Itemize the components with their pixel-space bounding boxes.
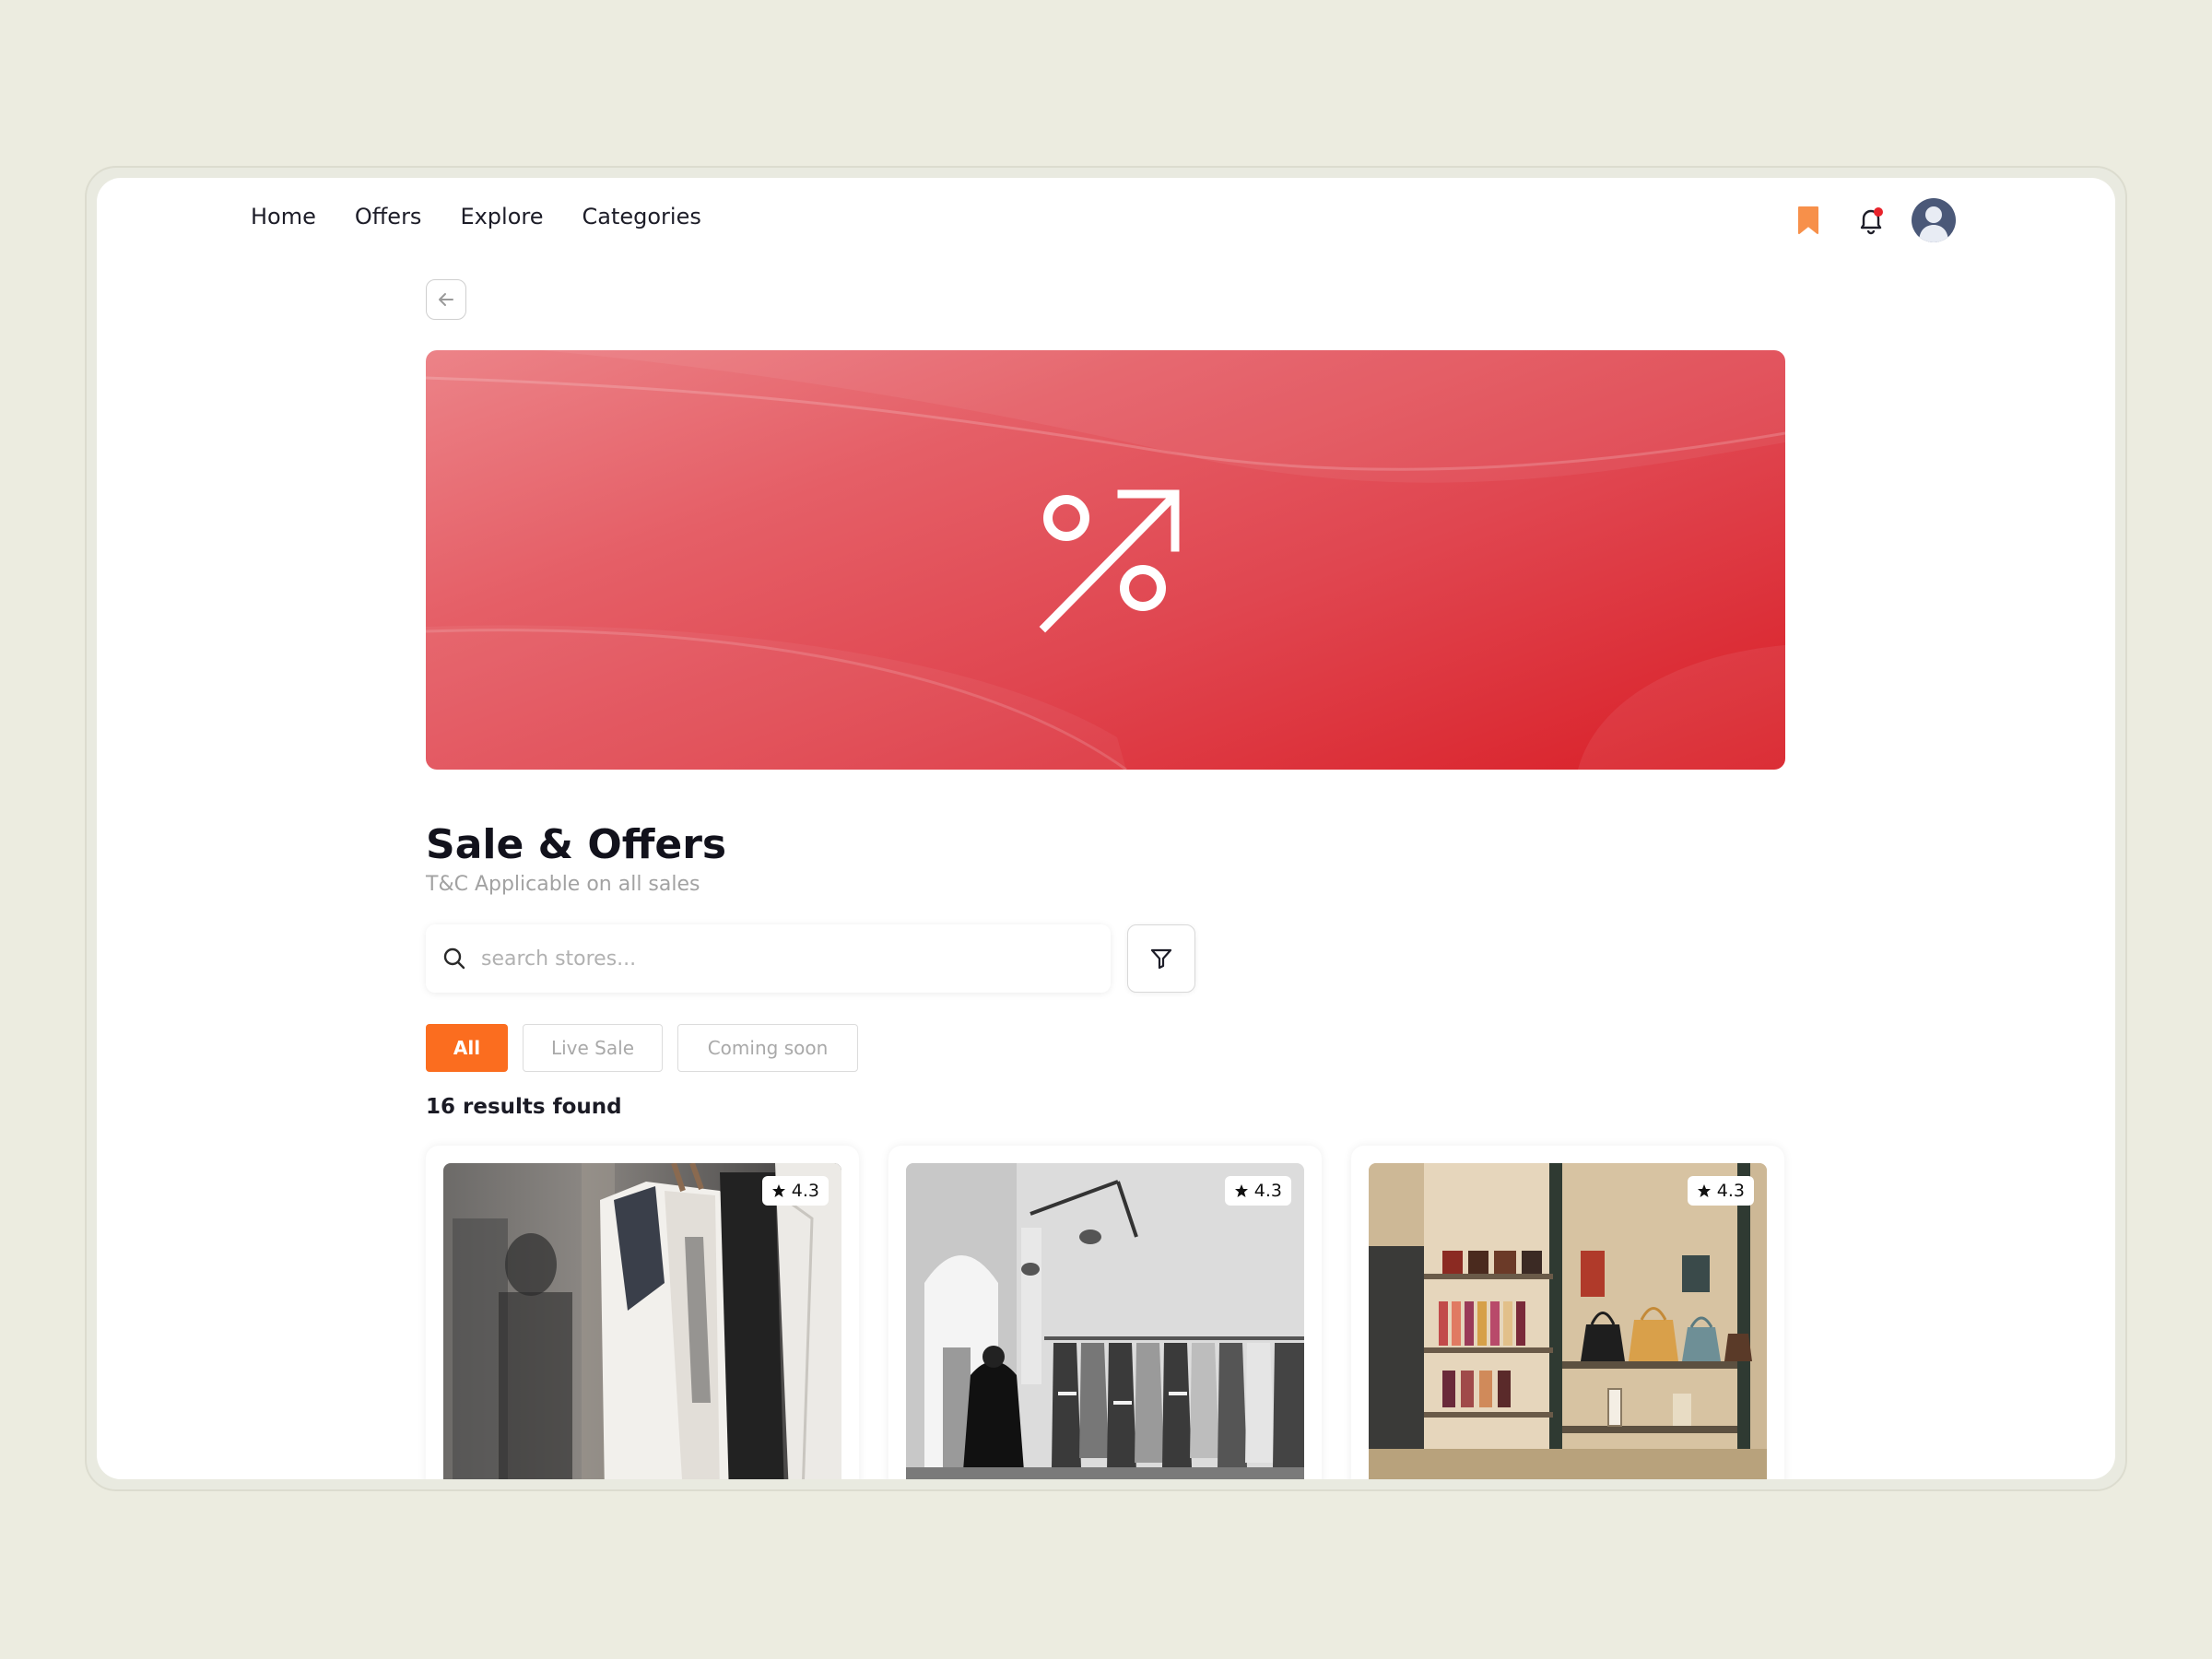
results-count: 16 results found (426, 1095, 622, 1119)
store-card[interactable]: 4.3 (888, 1146, 1322, 1479)
store-card[interactable]: 4.3 (1351, 1146, 1784, 1479)
search-icon (443, 947, 465, 970)
app-window: Home Offers Explore Categories Sale & Of… (97, 178, 2115, 1479)
person-icon (1919, 206, 1948, 242)
rating-badge: 4.3 (1687, 1176, 1754, 1206)
page-title: Sale & Offers (426, 821, 727, 868)
filter-chips: All Live Sale Coming soon (426, 1024, 858, 1072)
page-subtitle: T&C Applicable on all sales (426, 873, 700, 896)
chip-all[interactable]: All (426, 1024, 508, 1072)
nav-explore[interactable]: Explore (460, 206, 543, 228)
rating-badge: 4.3 (1224, 1176, 1291, 1206)
chip-coming-soon[interactable]: Coming soon (677, 1024, 858, 1072)
bell-icon (1860, 207, 1883, 235)
star-icon (1697, 1184, 1711, 1197)
store-image: 4.3 (906, 1163, 1304, 1479)
nav-offers[interactable]: Offers (355, 206, 422, 228)
star-icon (771, 1184, 785, 1197)
chip-live-sale[interactable]: Live Sale (523, 1024, 663, 1072)
rating-value: 4.3 (1253, 1181, 1282, 1201)
header-actions (1786, 198, 1956, 242)
store-image: 4.3 (1369, 1163, 1767, 1479)
top-nav: Home Offers Explore Categories (251, 206, 701, 228)
user-avatar (1912, 198, 1956, 242)
handbag-shop-photo (1369, 1163, 1767, 1479)
arrow-left-icon (439, 293, 453, 306)
filter-button[interactable] (1127, 924, 1195, 993)
avatar-button[interactable] (1912, 198, 1956, 242)
star-icon (1234, 1184, 1248, 1197)
percent-up-icon (1039, 489, 1180, 633)
rating-badge: 4.3 (761, 1176, 829, 1206)
nav-home[interactable]: Home (251, 206, 316, 228)
store-image: 4.3 (443, 1163, 841, 1479)
notification-button[interactable] (1849, 198, 1893, 242)
rating-value: 4.3 (791, 1181, 819, 1201)
nav-categories[interactable]: Categories (582, 206, 701, 228)
store-card[interactable]: 4.3 (426, 1146, 859, 1479)
boutique-photo (906, 1163, 1304, 1479)
clothing-rack-photo (443, 1163, 841, 1479)
rating-value: 4.3 (1716, 1181, 1745, 1201)
search-input[interactable] (479, 946, 1073, 971)
back-button[interactable] (426, 279, 466, 320)
bookmark-icon (1798, 206, 1818, 234)
search-bar (426, 924, 1111, 993)
offers-banner (426, 350, 1785, 770)
bookmark-button[interactable] (1786, 198, 1830, 242)
filter-icon (1150, 948, 1172, 970)
